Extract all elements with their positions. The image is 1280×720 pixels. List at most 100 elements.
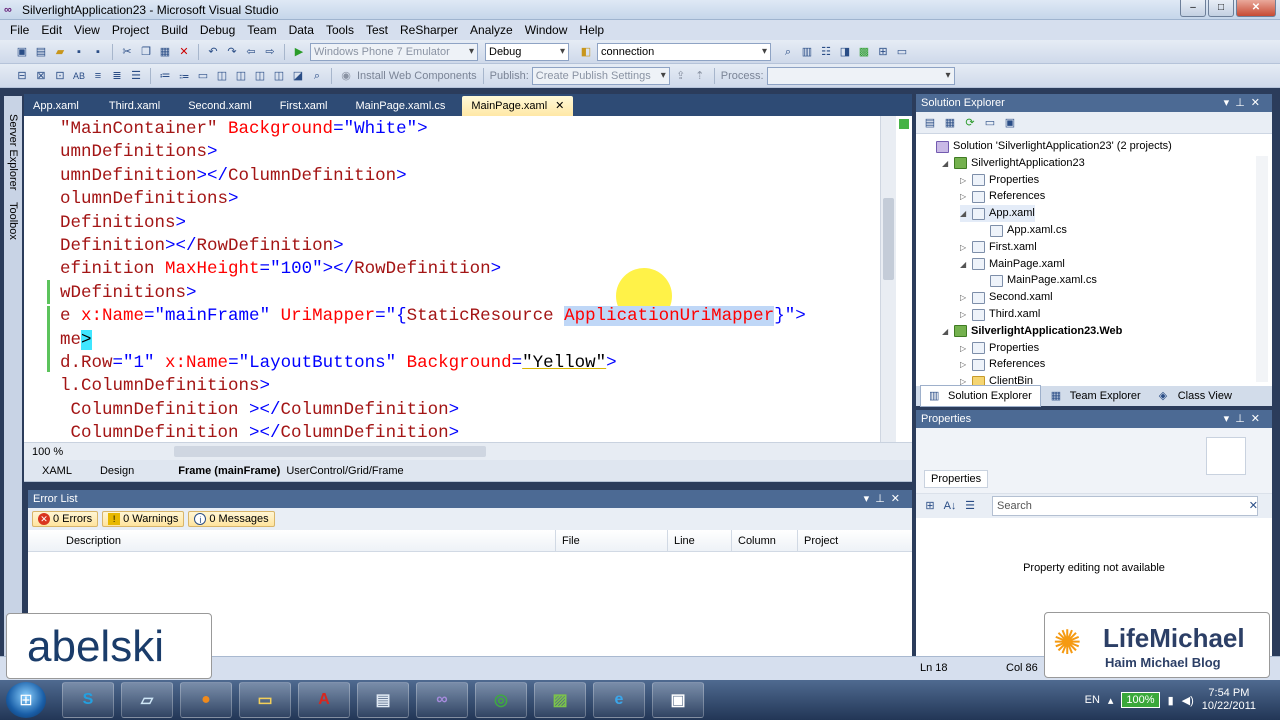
tab-app-xaml[interactable]: App.xaml <box>24 97 88 116</box>
add-item-icon[interactable]: ▤ <box>33 44 49 60</box>
horizontal-scrollbar[interactable] <box>174 446 486 457</box>
events-icon[interactable]: ☰ <box>962 498 978 514</box>
tree-item[interactable]: ▷ References <box>960 188 1045 205</box>
tree-item[interactable]: Solution 'SilverlightApplication23' (2 p… <box>924 138 1172 155</box>
screen-recorder-icon[interactable]: ▣ <box>652 682 704 718</box>
paste-icon[interactable]: ▦ <box>157 44 173 60</box>
object-browser-icon[interactable]: ◨ <box>837 44 853 60</box>
comment-icon[interactable]: ≔ <box>157 68 173 84</box>
design-view-tab[interactable]: Design <box>100 465 134 477</box>
menu-team[interactable]: Team <box>241 23 282 37</box>
bookmark-icon[interactable]: ▭ <box>195 68 211 84</box>
acrobat-icon[interactable]: A <box>298 682 350 718</box>
visual-studio-icon[interactable]: ∞ <box>416 682 468 718</box>
code-line[interactable]: "MainContainer" Background="White"> <box>60 118 806 141</box>
solution-explorer-icon[interactable]: ▥ <box>799 44 815 60</box>
column-description[interactable]: Description <box>28 530 556 551</box>
close-tab-icon[interactable]: ✕ <box>555 100 564 112</box>
menu-test[interactable]: Test <box>360 23 394 37</box>
align-rights-icon[interactable]: ⊡ <box>52 68 68 84</box>
code-editor[interactable]: "MainContainer" Background="White"> umnDe… <box>24 116 880 442</box>
code-line[interactable]: l.ColumnDefinitions> <box>60 375 806 398</box>
uncomment-icon[interactable]: ⩴ <box>176 68 192 84</box>
alphabetical-icon[interactable]: A↓ <box>942 498 958 514</box>
expand-arrow-icon[interactable]: ◢ <box>960 256 968 273</box>
volume-icon[interactable]: ◀) <box>1182 694 1194 707</box>
align-lefts-icon[interactable]: ⊟ <box>14 68 30 84</box>
internet-explorer-icon[interactable]: e <box>593 682 645 718</box>
platform-select[interactable]: Windows Phone 7 Emulator <box>310 42 478 61</box>
refresh-icon[interactable]: ⟳ <box>962 115 978 131</box>
tree-item[interactable]: App.xaml.cs <box>978 222 1067 239</box>
show-all-files-icon[interactable]: ▦ <box>942 115 958 131</box>
categorized-icon[interactable]: ⊞ <box>922 498 938 514</box>
panel-buttons[interactable]: ▾⊥✕ <box>1224 96 1266 109</box>
column-project[interactable]: Project <box>798 530 910 551</box>
navigate-forward-icon[interactable]: ⇨ <box>262 44 278 60</box>
properties-window-icon[interactable]: ☷ <box>818 44 834 60</box>
tray-arrow-icon[interactable]: ▴ <box>1108 694 1114 707</box>
expand-arrow-icon[interactable]: ◢ <box>942 155 950 172</box>
clock[interactable]: 7:54 PM 10/22/2011 <box>1202 687 1256 713</box>
code-line[interactable]: umnDefinitions> <box>60 141 806 164</box>
find-combo[interactable]: connection <box>597 42 771 61</box>
network-icon[interactable]: ▮ <box>1168 694 1174 707</box>
view-code-icon[interactable]: ▭ <box>982 115 998 131</box>
tab-first-xaml[interactable]: First.xaml <box>271 97 337 116</box>
messages-filter[interactable]: i0 Messages <box>188 511 275 527</box>
element-path[interactable]: UserControl/Grid/Frame <box>286 465 403 477</box>
start-button[interactable]: ⊞ <box>6 682 46 718</box>
tab-mainpage-xaml[interactable]: MainPage.xaml ✕ <box>462 96 574 116</box>
outdent-icon[interactable]: ≣ <box>109 68 125 84</box>
code-line[interactable]: olumnDefinitions> <box>60 188 806 211</box>
column-column[interactable]: Column <box>732 530 798 551</box>
panel-buttons[interactable]: ▾⊥✕ <box>864 492 906 505</box>
code-line[interactable]: me> <box>60 329 806 352</box>
menu-help[interactable]: Help <box>573 23 610 37</box>
column-file[interactable]: File <box>556 530 668 551</box>
save-icon[interactable]: ▪ <box>71 44 87 60</box>
code-line[interactable]: Definition></RowDefinition> <box>60 235 806 258</box>
editor-vertical-scrollbar[interactable] <box>880 116 896 442</box>
menu-build[interactable]: Build <box>155 23 194 37</box>
find-symbol-icon[interactable]: ⌕ <box>309 68 325 84</box>
delete-icon[interactable]: ✕ <box>176 44 192 60</box>
tree-item[interactable]: ◢ SilverlightApplication23.Web <box>942 323 1122 340</box>
expand-arrow-icon[interactable]: ◢ <box>942 323 950 340</box>
format-icon[interactable]: AB <box>71 68 87 84</box>
code-line[interactable]: wDefinitions> <box>60 282 806 305</box>
xaml-view-tab[interactable]: XAML <box>42 465 72 477</box>
close-button[interactable]: ✕ <box>1236 0 1276 17</box>
explorer-icon[interactable]: ▭ <box>239 682 291 718</box>
find-in-files-icon[interactable]: ◧ <box>578 44 594 60</box>
expand-arrow-icon[interactable]: ▷ <box>960 340 968 357</box>
tab-class-view[interactable]: ◈ Class View <box>1151 386 1240 406</box>
align-centers-icon[interactable]: ⊠ <box>33 68 49 84</box>
expand-arrow-icon[interactable]: ▷ <box>960 188 968 205</box>
toolbox-icon[interactable]: ▩ <box>856 44 872 60</box>
menu-view[interactable]: View <box>68 23 106 37</box>
properties-tab[interactable]: Properties <box>924 470 989 488</box>
install-web-components[interactable]: Install Web Components <box>357 70 477 82</box>
chrome-icon[interactable]: ◎ <box>475 682 527 718</box>
view-designer-icon[interactable]: ▣ <box>1002 115 1018 131</box>
clear-bookmarks-icon[interactable]: ◪ <box>290 68 306 84</box>
toolbox-tab[interactable]: Toolbox <box>4 190 19 240</box>
tab-mainpage-xaml-cs[interactable]: MainPage.xaml.cs <box>346 97 454 116</box>
expand-arrow-icon[interactable]: ▷ <box>960 239 968 256</box>
menu-window[interactable]: Window <box>519 23 574 37</box>
properties-search-input[interactable]: Search <box>992 496 1258 516</box>
new-project-icon[interactable]: ▣ <box>14 44 30 60</box>
panel-buttons[interactable]: ▾⊥✕ <box>1224 412 1266 425</box>
tree-item[interactable]: ◢ SilverlightApplication23 <box>942 155 1085 172</box>
scrollbar-thumb[interactable] <box>883 198 894 280</box>
errors-filter[interactable]: ✕ 0 Errors <box>32 511 99 527</box>
menu-project[interactable]: Project <box>106 23 155 37</box>
tree-item[interactable]: MainPage.xaml.cs <box>978 272 1097 289</box>
redo-icon[interactable]: ↷ <box>224 44 240 60</box>
minimize-button[interactable]: – <box>1180 0 1206 17</box>
menu-resharper[interactable]: ReSharper <box>394 23 464 37</box>
tab-solution-explorer[interactable]: ▥ Solution Explorer <box>920 385 1041 407</box>
tree-item[interactable]: ◢ App.xaml <box>960 205 1035 223</box>
maximize-button[interactable]: □ <box>1208 0 1234 17</box>
